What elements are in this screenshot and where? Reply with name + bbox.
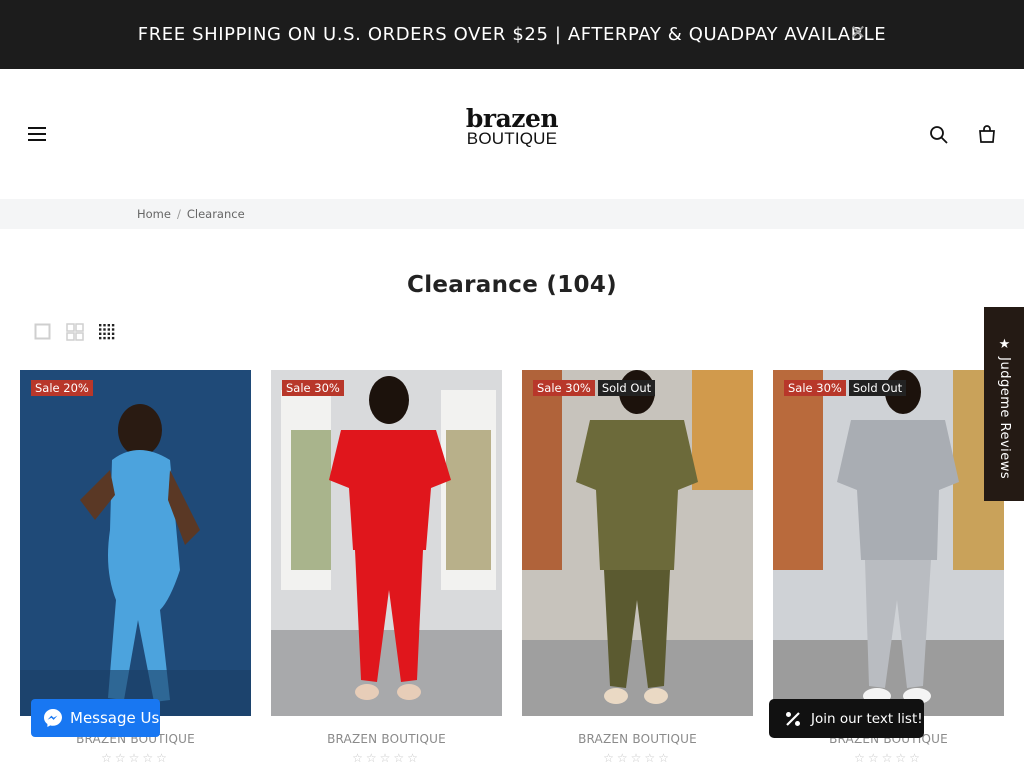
join-text-list-label: Join our text list! [811, 710, 923, 727]
product-image[interactable]: Sale 30% Sold Out [522, 370, 753, 716]
sale-badge: Sale 30% [784, 380, 846, 396]
site-logo[interactable]: brazen BOUTIQUE [462, 104, 562, 148]
sale-badge: Sale 30% [282, 380, 344, 396]
announcement-text: FREE SHIPPING ON U.S. ORDERS OVER $25 | … [137, 24, 887, 45]
product-badges: Sale 30% [282, 380, 344, 396]
rating-stars: ☆☆☆☆☆ [352, 751, 421, 765]
page-title: Clearance (104) [407, 272, 617, 298]
sale-badge: Sale 30% [533, 380, 595, 396]
breadcrumb-current: Clearance [186, 207, 245, 221]
product-badges: Sale 30% Sold Out [784, 380, 907, 396]
product-badges: Sale 30% Sold Out [533, 380, 656, 396]
messenger-icon [44, 709, 62, 727]
product-vendor[interactable]: BRAZEN BOUTIQUE [522, 732, 753, 746]
judgeme-reviews-tab[interactable]: ★ Judgeme Reviews [984, 307, 1024, 501]
logo-wordmark: brazen [465, 104, 559, 133]
sale-badge: Sale 20% [31, 380, 93, 396]
grid-1-icon[interactable] [34, 323, 52, 341]
grid-view-toggles [34, 323, 116, 341]
product-badges: Sale 20% [31, 380, 93, 396]
site-header: brazen BOUTIQUE [0, 69, 1024, 199]
menu-icon[interactable] [28, 127, 46, 141]
rating-stars: ☆☆☆☆☆ [603, 751, 672, 765]
grid-2-icon[interactable] [66, 323, 84, 341]
close-icon[interactable]: ✕ [849, 23, 867, 43]
product-card[interactable]: Sale 30% BRAZEN BOUTIQUE ☆☆☆☆☆ [271, 370, 502, 765]
breadcrumb-home[interactable]: Home [137, 207, 171, 221]
announcement-bar: FREE SHIPPING ON U.S. ORDERS OVER $25 | … [0, 0, 1024, 69]
product-image[interactable]: Sale 30% Sold Out [773, 370, 1004, 716]
grid-4-icon[interactable] [98, 323, 116, 341]
sold-out-badge: Sold Out [848, 380, 907, 396]
join-text-list-button[interactable]: Join our text list! [769, 699, 924, 738]
breadcrumb-bar: Home / Clearance [0, 199, 1024, 229]
product-vendor[interactable]: BRAZEN BOUTIQUE [271, 732, 502, 746]
logo-subtitle: BOUTIQUE [466, 129, 558, 148]
judgeme-reviews-label: ★ Judgeme Reviews [997, 337, 1012, 480]
search-icon[interactable] [929, 125, 949, 145]
cart-icon[interactable] [977, 124, 997, 144]
message-us-label: Message Us [70, 709, 160, 727]
product-image[interactable]: Sale 20% [20, 370, 251, 716]
rating-stars: ☆☆☆☆☆ [854, 751, 923, 765]
breadcrumb: Home / Clearance [137, 207, 245, 221]
product-image[interactable]: Sale 30% [271, 370, 502, 716]
breadcrumb-separator: / [176, 207, 181, 221]
product-card[interactable]: Sale 30% Sold Out BRAZEN BOUTIQUE ☆☆☆☆☆ [522, 370, 753, 765]
rating-stars: ☆☆☆☆☆ [101, 751, 170, 765]
message-us-button[interactable]: Message Us [31, 699, 160, 737]
percent-icon [786, 711, 800, 726]
sold-out-badge: Sold Out [597, 380, 656, 396]
